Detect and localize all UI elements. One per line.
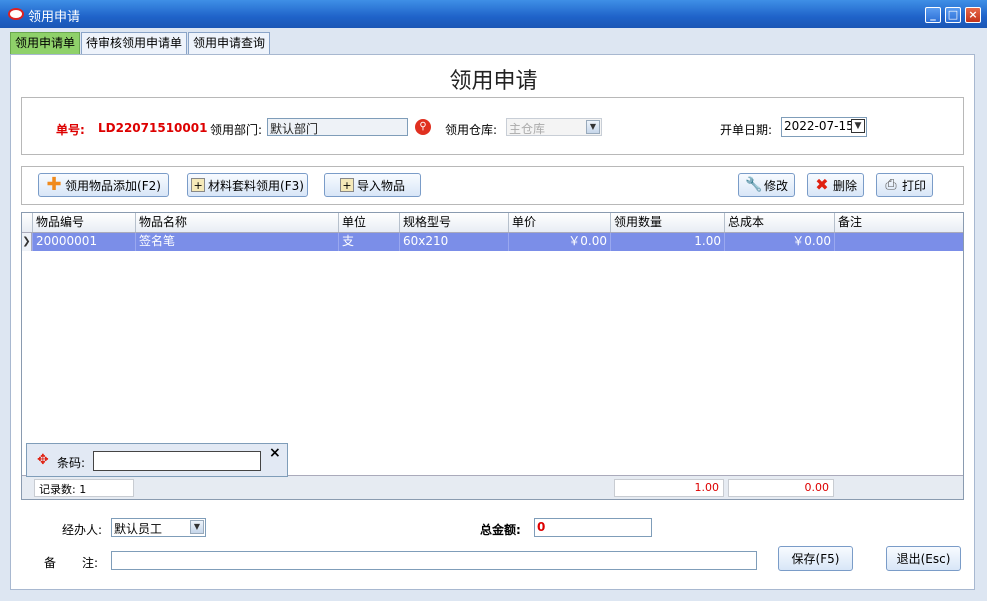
cell-unit[interactable]: 支 <box>339 233 400 251</box>
tab-pending-review[interactable]: 待审核领用申请单 <box>81 32 188 54</box>
row-indicator-header <box>22 213 33 232</box>
handler-select[interactable]: 默认员工 ▼ <box>111 518 206 537</box>
cell-spec[interactable]: 60x210 <box>400 233 509 251</box>
cell-code[interactable]: 20000001 <box>33 233 136 251</box>
delete-label: 删除 <box>832 178 857 193</box>
material-set-label: 材料套料领用(F3) <box>208 178 304 193</box>
total-amount-field: 0 <box>534 518 652 537</box>
column-header[interactable]: 单位 <box>339 213 400 232</box>
warehouse-value: 主仓库 <box>509 122 546 136</box>
delete-button[interactable]: ✖ 删除 <box>807 173 864 197</box>
table-footer: 记录数: 1 1.00 0.00 <box>22 475 963 499</box>
search-icon[interactable]: ⚲ <box>415 119 431 135</box>
warehouse-label: 领用仓库: <box>445 123 498 137</box>
import-label: 导入物品 <box>356 178 405 193</box>
barcode-label: 条码: <box>57 456 86 470</box>
plus-icon: ✚ <box>46 174 62 195</box>
record-count-box: 记录数: 1 <box>34 479 134 497</box>
doc-no-value: LD22071510001 <box>98 121 208 135</box>
qty-total: 1.00 <box>614 479 724 497</box>
dept-label: 领用部门: <box>210 123 263 137</box>
material-set-button[interactable]: + 材料套料领用(F3) <box>187 173 308 197</box>
date-picker[interactable]: 2022-07-15 ▼ <box>781 117 867 137</box>
remark-field[interactable] <box>111 551 757 570</box>
exit-button[interactable]: 退出(Esc) <box>886 546 961 571</box>
barcode-popup: ✥ 条码: × <box>26 443 288 477</box>
printer-icon: ⎙ <box>885 177 897 193</box>
edit-button[interactable]: 🔧 修改 <box>738 173 795 197</box>
total-amount-label: 总金额: <box>480 523 521 537</box>
chevron-down-icon[interactable]: ▼ <box>190 520 204 534</box>
table-row[interactable]: 20000001 签名笔 支 60x210 ￥0.00 1.00 ￥0.00 <box>22 233 963 251</box>
column-header[interactable]: 物品编号 <box>33 213 136 232</box>
handler-label: 经办人: <box>62 523 103 537</box>
main-panel: 领用申请 单号: LD22071510001 领用部门: 默认部门 ⚲ 领用仓库… <box>10 54 975 590</box>
minimize-button[interactable]: _ <box>925 7 941 23</box>
tab-requisition-query[interactable]: 领用申请查询 <box>188 32 271 54</box>
save-button[interactable]: 保存(F5) <box>778 546 853 571</box>
record-count-label: 记录数: <box>39 483 76 496</box>
tab-strip: 领用申请单 待审核领用申请单 领用申请查询 <box>10 32 271 54</box>
print-button[interactable]: ⎙ 打印 <box>876 173 933 197</box>
remark-label-2: 注: <box>82 556 99 570</box>
barcode-input[interactable] <box>93 451 261 471</box>
doc-no-label: 单号: <box>56 123 85 137</box>
chevron-down-icon: ▼ <box>586 120 600 134</box>
cell-price[interactable]: ￥0.00 <box>509 233 611 251</box>
column-header[interactable]: 规格型号 <box>400 213 509 232</box>
move-icon[interactable]: ✥ <box>37 453 49 467</box>
window-title: 领用申请 <box>28 10 81 25</box>
page-title: 领用申请 <box>449 69 538 94</box>
toolbar-group: ✚ 领用物品添加(F2) + 材料套料领用(F3) + 导入物品 🔧 修改 ✖ … <box>21 166 964 205</box>
add-box-icon: + <box>339 178 354 192</box>
column-header[interactable]: 领用数量 <box>611 213 725 232</box>
app-icon <box>8 8 24 20</box>
handler-value: 默认员工 <box>114 522 163 536</box>
date-value: 2022-07-15 <box>784 119 854 133</box>
chevron-down-icon[interactable]: ▼ <box>851 119 865 133</box>
column-header[interactable]: 备注 <box>835 213 963 232</box>
dept-field[interactable]: 默认部门 <box>267 118 408 136</box>
maximize-button[interactable]: □ <box>945 7 961 23</box>
warehouse-select: 主仓库 ▼ <box>506 118 602 136</box>
print-label: 打印 <box>901 178 926 193</box>
current-row-icon: ❯ <box>22 233 32 251</box>
edit-label: 修改 <box>763 178 788 193</box>
close-icon[interactable]: × <box>269 445 281 461</box>
delete-icon: ✖ <box>815 175 829 194</box>
cost-total: 0.00 <box>728 479 834 497</box>
header-group: 单号: LD22071510001 领用部门: 默认部门 ⚲ 领用仓库: 主仓库… <box>21 97 964 155</box>
column-header[interactable]: 单价 <box>509 213 611 232</box>
cell-name[interactable]: 签名笔 <box>136 233 339 251</box>
remark-label-1: 备 <box>44 556 57 570</box>
cell-note[interactable] <box>835 233 963 251</box>
close-button[interactable]: × <box>965 7 981 23</box>
date-label: 开单日期: <box>720 123 773 137</box>
import-button[interactable]: + 导入物品 <box>324 173 421 197</box>
add-box-icon: + <box>191 178 206 192</box>
title-bar: 领用申请 _ □ × <box>0 0 987 28</box>
column-header[interactable]: 物品名称 <box>136 213 339 232</box>
cell-qty[interactable]: 1.00 <box>611 233 725 251</box>
tab-requisition-form[interactable]: 领用申请单 <box>10 32 81 54</box>
add-item-button[interactable]: ✚ 领用物品添加(F2) <box>38 173 169 197</box>
wrench-icon: 🔧 <box>744 177 763 193</box>
add-item-label: 领用物品添加(F2) <box>65 178 161 193</box>
table-header: 物品编号 物品名称 单位 规格型号 单价 领用数量 总成本 备注 <box>22 213 963 233</box>
column-header[interactable]: 总成本 <box>725 213 835 232</box>
record-count-value: 1 <box>79 483 87 496</box>
cell-cost[interactable]: ￥0.00 <box>725 233 835 251</box>
